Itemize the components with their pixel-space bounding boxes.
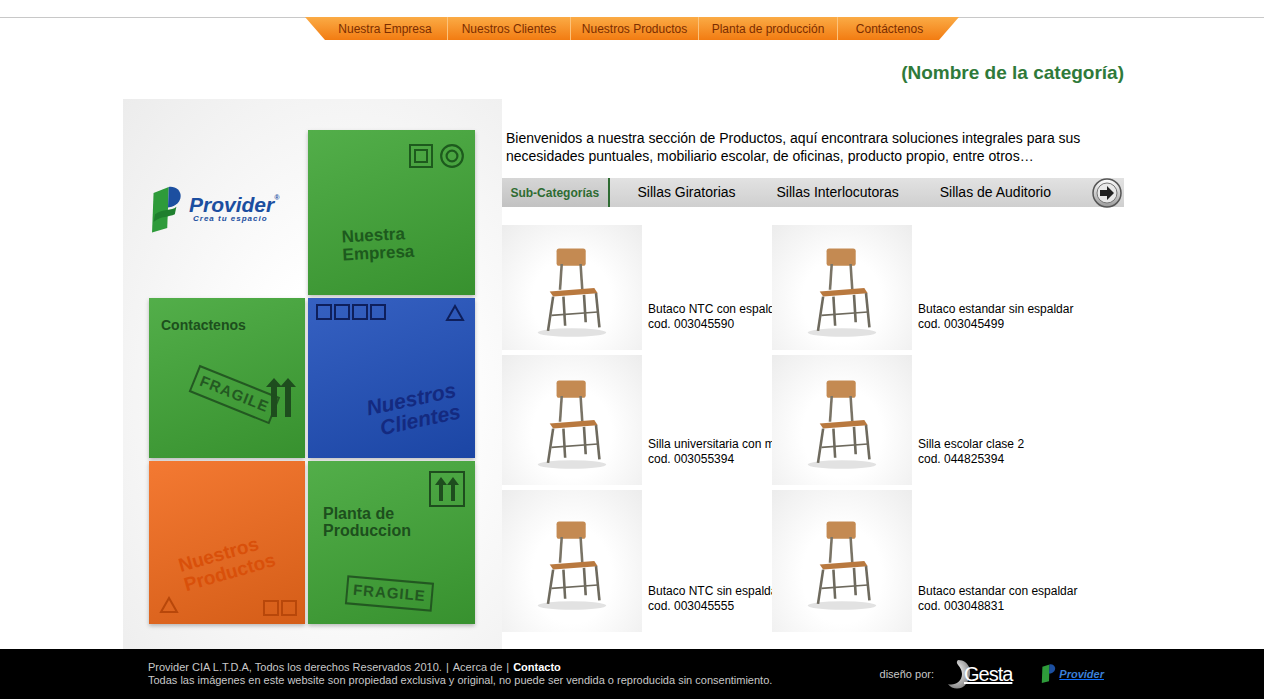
product-photo: [772, 225, 912, 350]
product-info: Butaco NTC con espaldarcod. 003045590: [648, 302, 785, 350]
next-button[interactable]: [1092, 178, 1122, 208]
chair-icon: [512, 502, 632, 620]
arrow-right-icon: [1092, 178, 1122, 208]
product-grid: Butaco NTC con espaldarcod. 003045590But…: [502, 225, 1124, 632]
subcategory-title: Sub-Categorías: [502, 178, 610, 207]
provider-logo-icon: [149, 178, 187, 240]
box-label: NuestraEmpresa: [341, 221, 475, 264]
fragile-stamp: FRAGILE: [345, 575, 434, 611]
top-line: [0, 0, 1264, 18]
product-name: Silla escolar clase 2: [918, 437, 1024, 452]
product-photo: [772, 355, 912, 485]
product-info: Butaco estandar con espaldarcod. 0030488…: [918, 584, 1077, 632]
box-grid: Provider® Crea tu espacio NuestraEmpresa Co…: [149, 130, 502, 624]
nav-item[interactable]: Nuestros Productos: [570, 17, 698, 40]
category-header: (Nombre de la categoría): [123, 40, 1124, 99]
product-name: Butaco estandar con espaldar: [918, 584, 1077, 599]
this-side-up-icon: [429, 471, 465, 507]
logo-name: Provider: [189, 193, 274, 216]
product-photo: [502, 490, 642, 632]
product-code: cod. 003045555: [648, 599, 781, 614]
product-section: Bienvenidos a nuestra sección de Product…: [502, 99, 1124, 649]
product-info: Butaco estandar sin espaldarcod. 0030454…: [918, 302, 1073, 350]
footer-text: Provider CIA L.T.D.A, Todos los derechos…: [148, 661, 772, 687]
product-code: cod. 003045590: [648, 317, 785, 332]
handling-icon: [316, 304, 386, 320]
subcategory-bar: Sub-Categorías Sillas Giratorias Sillas In…: [502, 178, 1124, 207]
box-label: Planta deProduccion: [323, 506, 475, 540]
product-card[interactable]: Silla escolar clase 2cod. 044825394: [772, 355, 1124, 485]
subcategory-link[interactable]: Sillas Interlocutoras: [777, 182, 899, 203]
footer-link[interactable]: Contacto: [513, 661, 561, 673]
credits: diseño por: Gesta Provider: [880, 658, 1104, 690]
main-menu: Nuestra EmpresaNuestros ClientesNuestros…: [305, 17, 959, 40]
product-name: Butaco estandar sin espaldar: [918, 302, 1073, 317]
product-photo: [502, 355, 642, 485]
logo-tagline: Crea tu espacio: [189, 215, 279, 223]
credits-label: diseño por:: [880, 666, 934, 683]
section-box[interactable]: NuestrosClientes: [308, 298, 475, 458]
product-photo: [772, 490, 912, 632]
product-code: cod. 003048831: [918, 599, 1077, 614]
nav-item[interactable]: Planta de producción: [698, 17, 837, 40]
separator: |: [446, 661, 449, 673]
client-logo[interactable]: Provider: [1040, 659, 1104, 689]
recycle-icon: [443, 304, 467, 324]
product-name: Butaco NTC sin espaldar: [648, 584, 781, 599]
chair-icon: [512, 361, 632, 479]
handling-icon: [263, 600, 297, 616]
product-info: Silla escolar clase 2cod. 044825394: [918, 437, 1024, 485]
chair-icon: [782, 361, 902, 479]
box-panel: Provider® Crea tu espacio NuestraEmpresa Co…: [123, 99, 502, 649]
recycle-icon: [157, 596, 181, 616]
product-card[interactable]: Silla universitaria con mesacod. 0030553…: [502, 355, 772, 485]
nav-item[interactable]: Nuestra Empresa: [305, 17, 447, 40]
box-label: Contactenos: [161, 318, 293, 333]
subcategory-link[interactable]: Sillas de Auditorio: [940, 182, 1051, 203]
chair-icon: [782, 229, 902, 347]
main-area: Provider® Crea tu espacio NuestraEmpresa Co…: [123, 99, 1124, 649]
category-title: (Nombre de la categoría): [901, 59, 1124, 88]
box-label: NuestrosProductos: [176, 530, 277, 594]
chair-icon: [512, 229, 632, 347]
product-info: Butaco NTC sin espaldarcod. 003045555: [648, 584, 781, 632]
section-box[interactable]: Planta deProduccion FRAGILE: [308, 461, 475, 624]
client-name: Provider: [1059, 666, 1104, 683]
footer: Provider CIA L.T.D.A, Todos los derechos…: [0, 649, 1264, 699]
product-card[interactable]: Butaco NTC con espaldarcod. 003045590: [502, 225, 772, 350]
product-photo: [502, 225, 642, 350]
nav-item[interactable]: Contáctenos: [837, 17, 959, 40]
recycle-icon: [439, 143, 465, 169]
product-name: Butaco NTC con espaldar: [648, 302, 785, 317]
section-box[interactable]: NuestraEmpresa: [308, 130, 475, 295]
product-card[interactable]: Butaco estandar sin espaldarcod. 0030454…: [772, 225, 1124, 350]
section-box[interactable]: NuestrosProductos: [149, 461, 305, 624]
box-label: NuestrosClientes: [364, 379, 462, 441]
copyright-notice: Todas las imágenes en este website son p…: [148, 674, 772, 687]
product-code: cod. 003045499: [918, 317, 1073, 332]
intro-text: Bienvenidos a nuestra sección de Product…: [506, 129, 1124, 165]
fragile-stamp: FRAGILE: [189, 365, 280, 424]
chair-icon: [782, 502, 902, 620]
section-box[interactable]: Contactenos FRAGILE: [149, 298, 305, 458]
product-card[interactable]: Butaco NTC sin espaldarcod. 003045555: [502, 490, 772, 632]
separator: |: [506, 661, 509, 673]
provider-logo[interactable]: Provider® Crea tu espacio: [149, 130, 305, 295]
designer-logo[interactable]: Gesta: [944, 658, 1012, 690]
registered-mark: ®: [274, 194, 279, 201]
product-code: cod. 044825394: [918, 452, 1024, 467]
footer-link[interactable]: Acerca de: [453, 661, 503, 673]
nav-item[interactable]: Nuestros Clientes: [447, 17, 570, 40]
product-card[interactable]: Butaco estandar con espaldarcod. 0030488…: [772, 490, 1124, 632]
subcategory-link[interactable]: Sillas Giratorias: [638, 182, 736, 203]
designer-name: Gesta: [964, 659, 1012, 689]
box-mark-icon: [409, 144, 433, 168]
copyright-text: Provider CIA L.T.D.A, Todos los derechos…: [148, 661, 442, 673]
provider-mini-icon: [1040, 659, 1058, 689]
